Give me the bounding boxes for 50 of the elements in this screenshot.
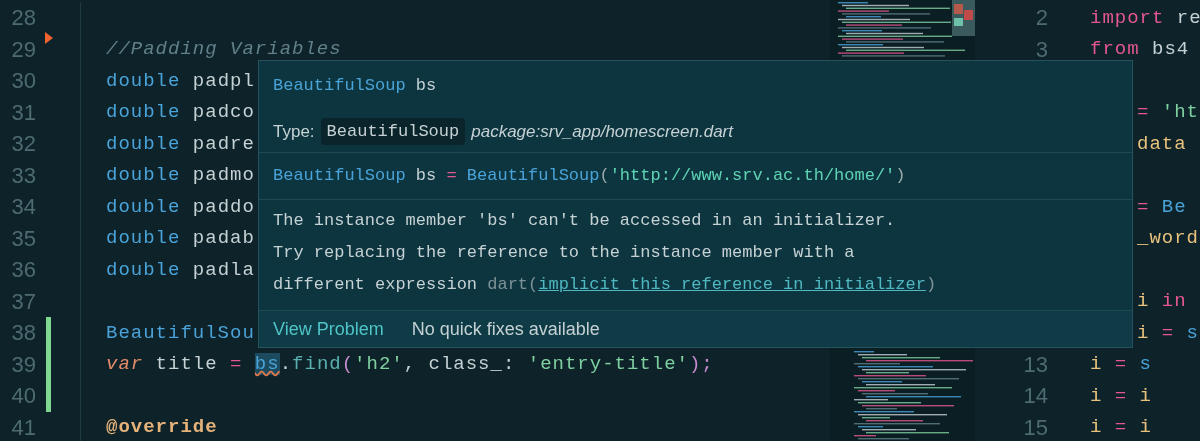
code-line: double paddo xyxy=(106,194,255,220)
code-line: i = s xyxy=(1137,320,1200,346)
code-line: _word xyxy=(1137,226,1199,251)
line-number: 35 xyxy=(10,224,36,253)
code-line: = Be xyxy=(1137,194,1187,220)
line-number: 29 xyxy=(10,35,36,64)
rule-link[interactable]: implicit_this_reference_in_initializer xyxy=(538,275,926,294)
code-line: data xyxy=(1137,131,1187,157)
line-number: 2 xyxy=(1034,4,1048,33)
code-line: import re xyxy=(1090,5,1200,31)
line-number: 38 xyxy=(10,319,36,348)
line-number: 14 xyxy=(1022,382,1048,411)
line-number: 39 xyxy=(10,350,36,379)
line-number: 31 xyxy=(10,98,36,127)
line-number: 40 xyxy=(10,382,36,411)
code-line: var title = bs.find('h2', class_: 'entry-title'); xyxy=(106,352,714,377)
line-number: 32 xyxy=(10,130,36,159)
code-line: i = i xyxy=(1090,383,1153,409)
code-line: @override xyxy=(106,415,218,440)
code-line: double padre xyxy=(106,131,255,157)
code-line: i = i xyxy=(1090,415,1153,440)
code-line: double padla xyxy=(106,257,255,283)
line-number: 33 xyxy=(10,161,36,190)
code-line: //Padding Variables xyxy=(106,37,342,62)
signature-text: BeautifulSoup bs = BeautifulSoup('http://www.srv.ac.th/home/') xyxy=(273,165,906,188)
line-number: 28 xyxy=(10,4,36,33)
line-number: 15 xyxy=(1022,413,1048,441)
code-line: i = s xyxy=(1090,352,1153,377)
type-source: package:srv_app/homescreen.dart xyxy=(471,120,733,143)
line-number: 34 xyxy=(10,193,36,222)
code-line: double padpl xyxy=(106,68,255,94)
code-line: double padab xyxy=(106,226,255,251)
view-problem-link[interactable]: View Problem xyxy=(273,315,384,343)
code-line: double padco xyxy=(106,100,255,125)
line-number: 30 xyxy=(10,67,36,96)
type-name: BeautifulSoup xyxy=(320,117,466,146)
line-number: 3 xyxy=(1034,35,1048,64)
type-label: Type: xyxy=(273,120,315,143)
code-line: BeautifulSou xyxy=(106,320,255,346)
line-number: 13 xyxy=(1022,350,1048,379)
error-message: The instance member 'bs' can't be accessed in an initializer. Try replacing the reference to the instance member with a different expression dart(implicit_this_reference_in_initializer) xyxy=(273,210,938,296)
code-line: i in xyxy=(1137,289,1187,314)
declaration-text: BeautifulSoup bs xyxy=(273,75,437,98)
quick-fix-note: No quick fixes available xyxy=(411,317,600,341)
code-line: = 'ht xyxy=(1137,100,1199,125)
code-line: double padmo xyxy=(106,163,255,188)
line-number: 41 xyxy=(10,413,36,441)
line-number: 37 xyxy=(10,287,36,316)
code-line: from bs4 xyxy=(1090,37,1190,62)
line-number: 36 xyxy=(10,256,36,285)
